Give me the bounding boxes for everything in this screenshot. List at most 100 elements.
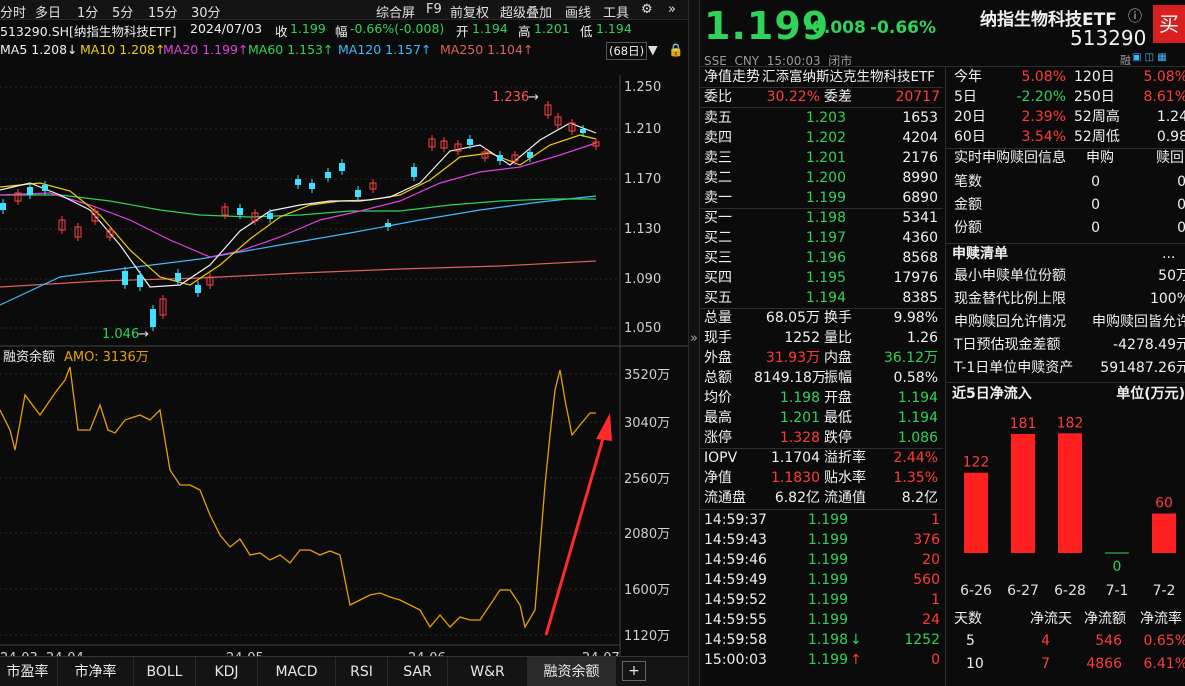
stat-value: 1.1704: [771, 450, 820, 466]
perf-label: 120日: [1074, 69, 1115, 85]
realtime-title: 实时申购赎回信息: [954, 150, 1066, 166]
close-label: 收: [275, 24, 288, 39]
stat-value: 8.2亿: [901, 490, 938, 506]
sub-tick-label: 3040万: [624, 416, 670, 431]
security-code-big: 513290: [1070, 26, 1147, 50]
stat-value: 6.82亿: [774, 490, 820, 506]
stat-value: 1.35%: [893, 470, 938, 486]
panel-icons[interactable]: ▣ ◫ ▦: [1132, 52, 1167, 63]
more-icon[interactable]: »: [668, 2, 676, 17]
menu-diejia[interactable]: 超级叠加: [500, 2, 552, 21]
flow-day-label: 6-27: [1007, 583, 1039, 599]
realtime-value: 0: [1177, 220, 1185, 236]
realtime-red: 赎回: [1156, 150, 1184, 166]
ask-volume: 6890: [902, 190, 938, 206]
list-value: 591487.26元: [1100, 360, 1185, 376]
indicator-tab[interactable]: BOLL: [134, 657, 196, 686]
menu-tools[interactable]: 工具: [603, 2, 629, 21]
indicator-tab[interactable]: KDJ: [196, 657, 258, 686]
realtime-value: 0: [1177, 174, 1185, 190]
date-label: 2024/07/03: [190, 21, 263, 36]
price-tick-label: 1.050: [624, 321, 661, 336]
flow-amount: 546: [1095, 633, 1122, 649]
stat-value: 1.26: [906, 330, 938, 346]
tick-time: 14:59:58: [704, 632, 767, 648]
more-icon: ...: [1162, 246, 1176, 262]
flow-days: 10: [966, 656, 984, 672]
stat-label: IOPV: [704, 450, 738, 466]
perf-value: 8.61%: [1143, 89, 1185, 105]
stat-label: 开盘: [824, 390, 852, 406]
price-tick-label: 1.130: [624, 222, 661, 237]
indicator-tab[interactable]: 市净率: [58, 657, 134, 686]
up-arrow-icon: ↑: [850, 652, 862, 668]
high-arrow: →: [528, 90, 539, 105]
sub-grid: [0, 373, 620, 636]
menu-f9[interactable]: F9: [426, 2, 442, 17]
weicha-label: 委差: [824, 89, 852, 105]
indicator-tabs: 市盈率 市净率 BOLL KDJ MACD RSI SAR W&R 融资余额 +: [0, 656, 688, 686]
tab-15min[interactable]: 15分: [148, 2, 178, 21]
stat-label: 流通值: [824, 490, 866, 506]
list-label: T-1日单位申赎资产: [954, 360, 1074, 376]
add-tab-icon[interactable]: +: [622, 661, 646, 681]
realtime-value: 0: [1091, 220, 1100, 236]
sub-tick-label: 1600万: [624, 583, 670, 598]
list-label: 最小申赎单位份额: [954, 268, 1066, 284]
realtime-label: 笔数: [954, 174, 982, 190]
tick-time: 14:59:46: [704, 552, 767, 568]
flow-table-header: 天数: [954, 611, 982, 627]
tab-fenshi[interactable]: 分时: [0, 2, 26, 21]
menu-fuquan[interactable]: 前复权: [450, 2, 489, 21]
tab-1min[interactable]: 1分: [77, 2, 98, 21]
nav-title[interactable]: 净值走势: [704, 67, 760, 87]
tab-5min[interactable]: 5分: [112, 2, 133, 21]
flow-bar: [1011, 433, 1035, 553]
ma120-line: [0, 195, 597, 306]
down-arrow-icon: ↓: [850, 632, 862, 648]
bid-volume: 8385: [902, 290, 938, 306]
ask-label: 卖四: [704, 130, 732, 146]
perf-label: 52周低: [1074, 129, 1120, 145]
perf-label: 5日: [954, 89, 977, 105]
menu-zonghe[interactable]: 综合屏: [376, 2, 415, 21]
buy-button[interactable]: 买: [1153, 5, 1185, 43]
red-arrow-annotation: [544, 413, 612, 636]
price-tick-label: 1.210: [624, 122, 661, 137]
bid-volume: 17976: [893, 270, 938, 286]
tick-price: 1.199: [807, 572, 848, 588]
panel-divider[interactable]: »: [688, 0, 700, 686]
indicator-tab[interactable]: MACD: [258, 657, 336, 686]
ask-label: 卖二: [704, 170, 732, 186]
tab-30min[interactable]: 30分: [191, 2, 221, 21]
tick-time: 15:00:03: [704, 652, 767, 668]
collapse-icon[interactable]: »: [690, 331, 698, 346]
low-annotation: 1.046: [102, 327, 139, 342]
stat-value: 1.194: [897, 410, 938, 426]
high-value: 1.201: [534, 21, 570, 36]
info-icon[interactable]: ⓘ: [1128, 6, 1142, 26]
list-value: -4278.49元: [1113, 337, 1185, 353]
tick-price: 1.199: [807, 592, 848, 608]
tick-volume: 24: [922, 612, 940, 628]
high-annotation: 1.236: [492, 90, 529, 105]
stat-value: 1252: [784, 330, 820, 346]
stat-label: 振幅: [824, 370, 852, 386]
tick-price: 1.199: [807, 612, 848, 628]
tab-multiday[interactable]: 多日: [35, 2, 61, 21]
indicator-tab[interactable]: W&R: [448, 657, 528, 686]
price-chart[interactable]: 1.250 1.210 1.170 1.130 1.090 1.050 1.236 → 1…: [0, 40, 688, 686]
ask-price: 1.199: [805, 190, 846, 206]
indicator-tab[interactable]: 市盈率: [0, 657, 58, 686]
indicator-tab[interactable]: RSI: [336, 657, 388, 686]
realtime-value: 0: [1091, 197, 1100, 213]
stat-label: 总量: [704, 310, 732, 326]
indicator-tab[interactable]: SAR: [388, 657, 448, 686]
menu-huaxian[interactable]: 画线: [565, 2, 591, 21]
flow-day-label: 7-2: [1153, 583, 1176, 599]
stat-value: 1.1830: [771, 470, 820, 486]
realtime-label: 金额: [954, 197, 982, 213]
indicator-tab[interactable]: 融资余额: [528, 657, 616, 686]
bid-price: 1.194: [805, 290, 846, 306]
settings-icon[interactable]: ⚙: [641, 2, 653, 17]
